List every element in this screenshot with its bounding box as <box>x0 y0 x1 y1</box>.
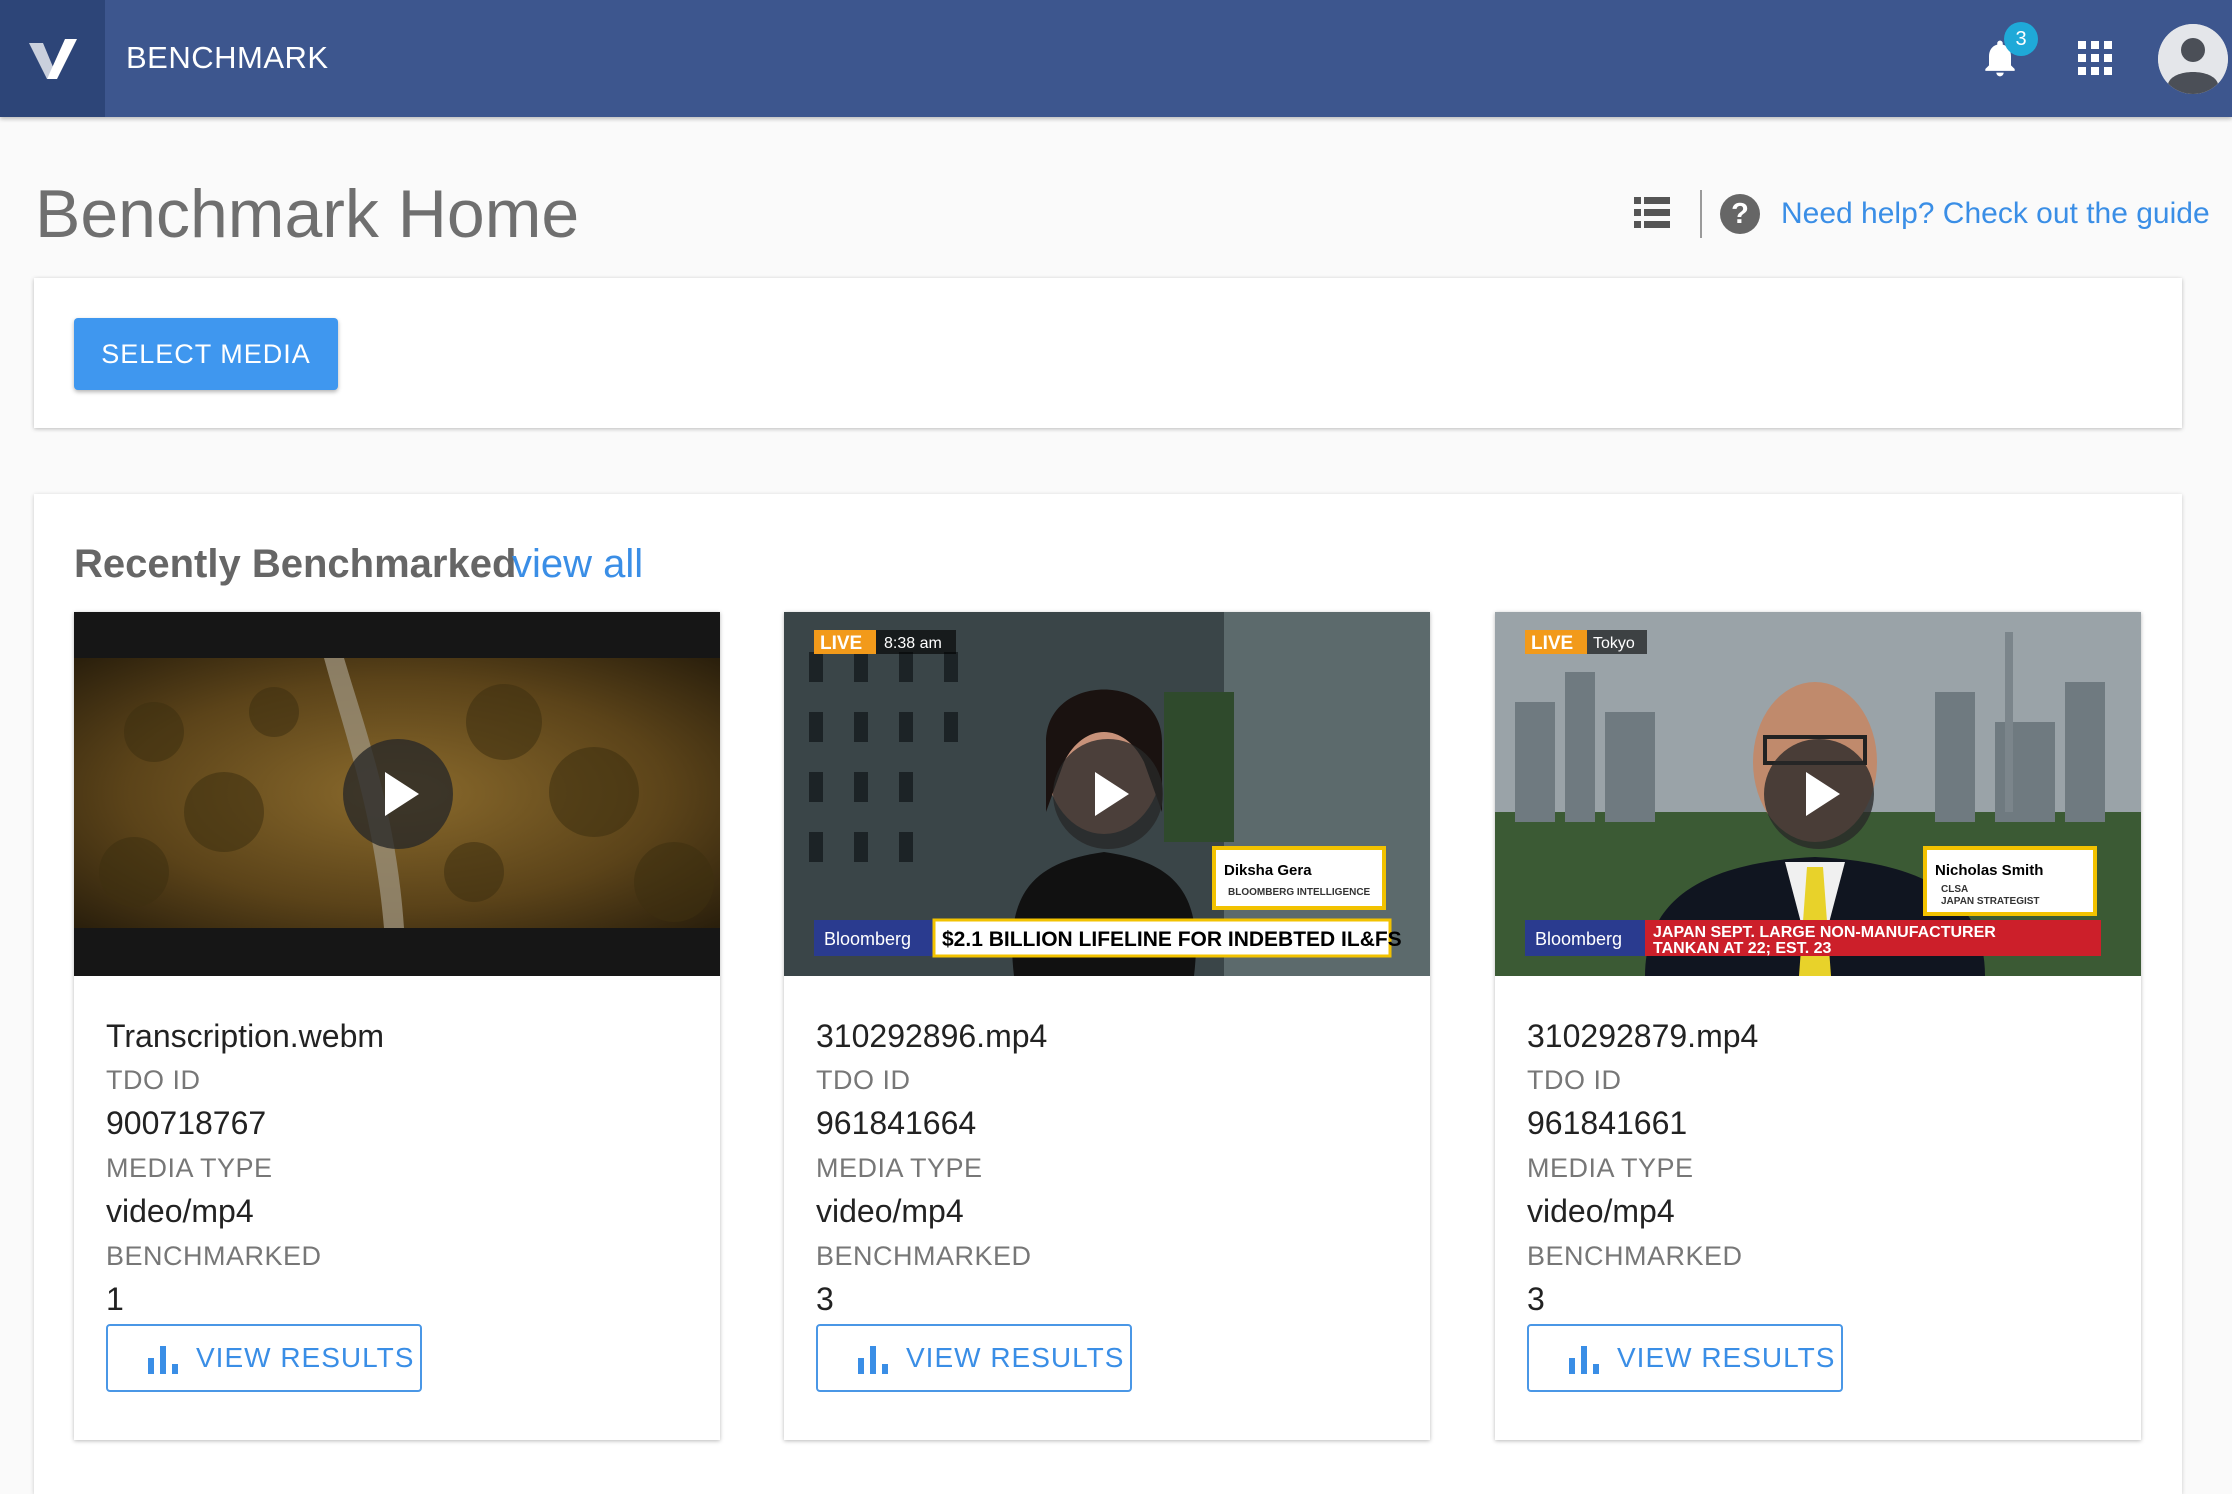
tdo-id-value: 961841661 <box>1527 1105 1688 1141</box>
benchmarked-count: 1 <box>106 1281 124 1317</box>
video-thumbnail[interactable] <box>74 612 720 976</box>
view-results-label: VIEW RESULTS <box>1617 1342 1836 1373</box>
help-circle-icon[interactable]: ? <box>1720 194 1760 234</box>
media-type-label: MEDIA TYPE <box>816 1153 983 1183</box>
bar-chart-icon <box>858 1346 888 1374</box>
media-card-310292896: Diksha Gera BLOOMBERG INTELLIGENCE LIVE … <box>784 612 1430 1440</box>
file-name: 310292896.mp4 <box>816 1018 1048 1054</box>
play-icon[interactable] <box>343 739 453 849</box>
view-results-button[interactable]: VIEW RESULTS <box>106 1324 422 1392</box>
bar-chart-icon <box>1569 1346 1599 1374</box>
benchmarked-label: BENCHMARKED <box>106 1241 322 1271</box>
thumb-overlay-text: LIVE <box>1531 633 1573 654</box>
help-guide-link[interactable]: Need help? Check out the guide <box>1781 194 2210 234</box>
view-results-label: VIEW RESULTS <box>196 1342 415 1373</box>
benchmarked-label: BENCHMARKED <box>816 1241 1032 1271</box>
media-card-310292879: Nicholas Smith CLSA JAPAN STRATEGIST LIV… <box>1495 612 2141 1440</box>
bar-chart-icon <box>148 1346 178 1374</box>
thumb-overlay-text: 8:38 am <box>884 635 942 652</box>
recently-benchmarked-panel: Recently Benchmarked view all Transcript… <box>34 494 2182 1494</box>
file-name: 310292879.mp4 <box>1527 1018 1759 1054</box>
thumb-overlay-text: LIVE <box>820 633 862 654</box>
benchmarked-count: 3 <box>816 1281 834 1317</box>
video-thumbnail[interactable]: Diksha Gera BLOOMBERG INTELLIGENCE LIVE … <box>784 612 1430 976</box>
thumb-overlay-text: JAPAN SEPT. LARGE NON-MANUFACTURER <box>1653 924 1996 941</box>
header-divider <box>1700 190 1702 238</box>
thumb-overlay-text: Tokyo <box>1593 635 1635 652</box>
select-media-panel: SELECT MEDIA <box>34 278 2182 428</box>
thumb-overlay-text: Bloomberg <box>1535 929 1622 949</box>
section-title: Recently Benchmarked <box>74 542 517 586</box>
tdo-id-value: 900718767 <box>106 1105 267 1141</box>
file-name: Transcription.webm <box>106 1018 385 1054</box>
benchmarked-count: 3 <box>1527 1281 1545 1317</box>
top-app-bar: BENCHMARK 3 <box>0 0 2232 117</box>
benchmarked-label: BENCHMARKED <box>1527 1241 1743 1271</box>
avatar[interactable] <box>2158 24 2228 94</box>
media-type-label: MEDIA TYPE <box>1527 1153 1694 1183</box>
view-results-button[interactable]: VIEW RESULTS <box>1527 1324 1843 1392</box>
page-title: Benchmark Home <box>35 176 580 252</box>
account-circle-icon <box>2158 24 2228 94</box>
logo[interactable] <box>0 0 105 117</box>
thumb-overlay-text: JAPAN STRATEGIST <box>1941 896 2040 907</box>
thumb-overlay-text: Bloomberg <box>824 929 911 949</box>
view-all-link[interactable]: view all <box>512 539 643 589</box>
play-icon[interactable] <box>1764 739 1874 849</box>
media-type-value: video/mp4 <box>106 1193 254 1229</box>
app-name[interactable]: BENCHMARK <box>126 38 329 78</box>
video-thumbnail[interactable]: Nicholas Smith CLSA JAPAN STRATEGIST LIV… <box>1495 612 2141 976</box>
media-type-value: video/mp4 <box>1527 1193 1675 1229</box>
tdo-id-label: TDO ID <box>1527 1065 1622 1095</box>
view-results-label: VIEW RESULTS <box>906 1342 1125 1373</box>
veritone-logo-icon <box>28 38 77 79</box>
thumb-overlay-text: $2.1 BILLION LIFELINE FOR INDEBTED IL&FS <box>942 928 1402 951</box>
notification-badge: 3 <box>2004 22 2038 56</box>
media-card-transcription: Transcription.webm TDO ID 900718767 MEDI… <box>74 612 720 1440</box>
thumb-overlay-text: Nicholas Smith <box>1935 862 2043 879</box>
play-icon[interactable] <box>1053 739 1163 849</box>
thumb-overlay-text: BLOOMBERG INTELLIGENCE <box>1228 887 1371 898</box>
tdo-id-value: 961841664 <box>816 1105 977 1141</box>
tdo-id-label: TDO ID <box>106 1065 201 1095</box>
select-media-button[interactable]: SELECT MEDIA <box>74 318 338 390</box>
thumb-overlay-text: Diksha Gera <box>1224 862 1312 879</box>
tdo-id-label: TDO ID <box>816 1065 911 1095</box>
apps-grid-icon[interactable] <box>2078 41 2112 75</box>
list-view-icon[interactable] <box>1634 197 1670 229</box>
view-results-button[interactable]: VIEW RESULTS <box>816 1324 1132 1392</box>
thumb-overlay-text: TANKAN AT 22; EST. 23 <box>1653 940 1832 957</box>
media-type-label: MEDIA TYPE <box>106 1153 273 1183</box>
media-type-value: video/mp4 <box>816 1193 964 1229</box>
thumb-overlay-text: CLSA <box>1941 884 1968 895</box>
